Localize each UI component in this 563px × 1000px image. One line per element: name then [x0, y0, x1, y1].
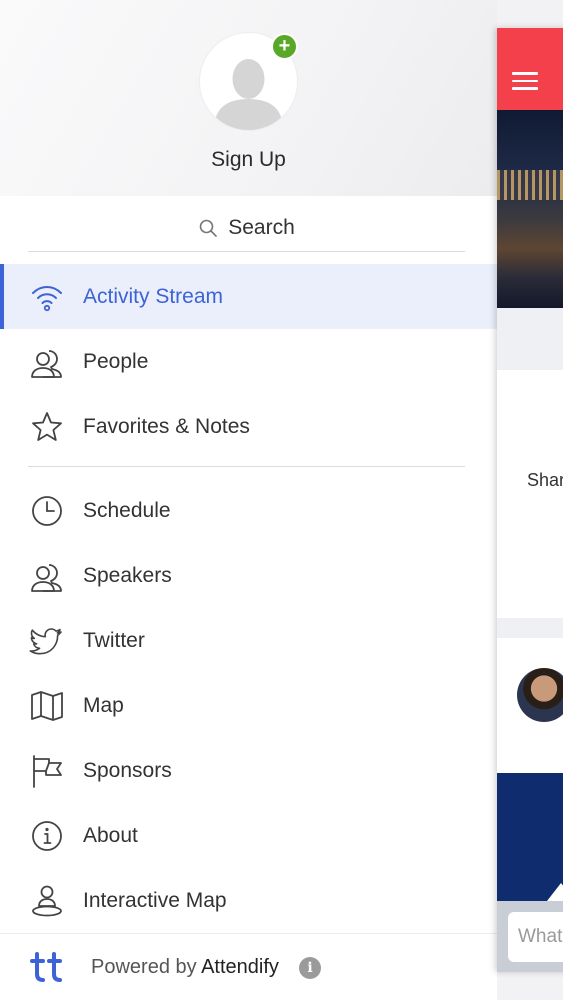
twitter-icon	[29, 628, 62, 655]
speakers-icon	[31, 564, 62, 592]
people-icon	[31, 350, 62, 378]
search-icon	[199, 219, 218, 237]
menu-item-schedule[interactable]: Schedule	[0, 478, 497, 543]
section-gap	[497, 618, 563, 638]
wifi-icon	[32, 286, 62, 312]
profile-header: + Sign Up	[0, 0, 497, 196]
menu-item-map[interactable]: Map	[0, 673, 497, 738]
section-gap	[497, 308, 563, 370]
map-pin-person-icon	[32, 885, 62, 917]
search-field[interactable]: Search	[28, 205, 465, 252]
navigation-drawer: + Sign Up Search Activity Stream People	[0, 0, 497, 1000]
share-text[interactable]: Shar	[527, 470, 563, 491]
attendify-logo	[30, 952, 62, 982]
flag-icon	[33, 755, 62, 788]
clock-icon	[32, 496, 62, 526]
post-author-avatar[interactable]	[517, 668, 563, 722]
menu-item-label: Speakers	[83, 563, 172, 587]
menu-item-people[interactable]: People	[0, 329, 497, 394]
powered-by-brand: Attendify	[201, 956, 279, 978]
add-profile-badge[interactable]: +	[271, 33, 298, 60]
composer-input[interactable]: What	[508, 912, 563, 962]
powered-by-text: Powered by Attendify	[91, 956, 279, 978]
menu-item-favorites-notes[interactable]: Favorites & Notes	[0, 394, 497, 459]
menu-item-label: Map	[83, 693, 124, 717]
star-icon	[32, 412, 62, 441]
post-card	[497, 638, 563, 773]
main-content-preview[interactable]: Shar What	[497, 28, 563, 972]
menu-item-interactive-map[interactable]: Interactive Map	[0, 868, 497, 933]
menu-item-activity-stream[interactable]: Activity Stream	[0, 264, 497, 329]
menu-divider	[28, 466, 465, 467]
post-image	[497, 773, 563, 901]
event-banner-image	[497, 110, 563, 308]
menu-item-about[interactable]: About	[0, 803, 497, 868]
info-icon	[32, 821, 62, 851]
menu-item-label: About	[83, 823, 138, 847]
menu-item-label: Schedule	[83, 498, 171, 522]
menu-item-twitter[interactable]: Twitter	[0, 608, 497, 673]
menu-item-label: Sponsors	[83, 758, 172, 782]
map-icon	[31, 691, 63, 721]
footer: Powered by Attendify i	[0, 933, 497, 1000]
search-label: Search	[228, 216, 295, 239]
menu-item-label: People	[83, 349, 149, 373]
menu-item-sponsors[interactable]: Sponsors	[0, 738, 497, 803]
menu-item-label: Interactive Map	[83, 888, 227, 912]
info-button[interactable]: i	[299, 957, 321, 979]
menu-item-label: Favorites & Notes	[83, 414, 250, 438]
hamburger-menu-icon[interactable]	[512, 72, 538, 92]
share-card: Shar	[497, 370, 563, 618]
menu-item-speakers[interactable]: Speakers	[0, 543, 497, 608]
menu-item-label: Activity Stream	[83, 284, 224, 308]
app-header	[497, 28, 563, 110]
sign-up-link[interactable]: Sign Up	[0, 148, 497, 172]
menu-item-label: Twitter	[83, 628, 145, 652]
caret-icon	[547, 883, 563, 901]
composer-bar: What	[497, 901, 563, 972]
